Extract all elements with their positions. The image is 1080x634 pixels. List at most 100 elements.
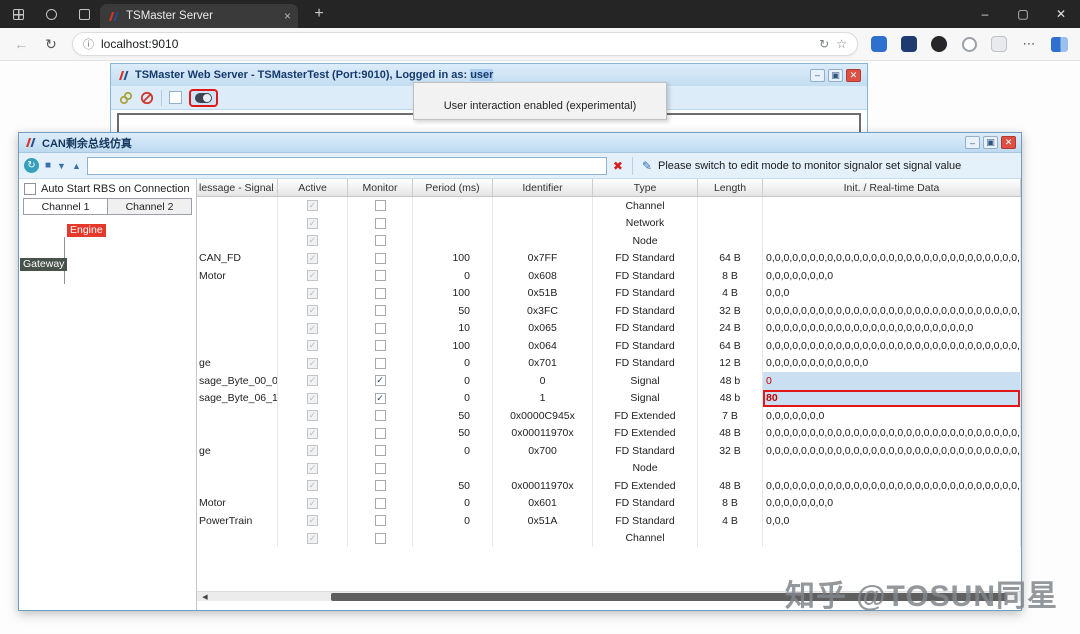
cell-active[interactable]: ✓ <box>278 442 348 460</box>
cell-monitor[interactable]: ✓ <box>348 477 413 495</box>
table-row[interactable]: ✓✓Node <box>197 232 1021 250</box>
cell-monitor[interactable]: ✓ <box>348 215 413 233</box>
monitor-checkbox[interactable]: ✓ <box>375 393 386 404</box>
run-button[interactable]: ↻ <box>24 158 39 173</box>
table-row[interactable]: ✓✓Channel <box>197 530 1021 548</box>
extension-navy-icon[interactable] <box>894 36 924 52</box>
cell-init[interactable]: 0,0,0,0,0,0,0,0,0,0,0,0,0,0,0,0,0,0,0,0,… <box>763 442 1021 460</box>
table-row[interactable]: ✓✓Channel <box>197 197 1021 215</box>
disconnect-icon[interactable] <box>140 91 154 105</box>
user-interaction-toggle-icon[interactable] <box>195 93 212 103</box>
cell-active[interactable]: ✓ <box>278 390 348 408</box>
table-row[interactable]: ✓✓500x3FCFD Standard32 B0,0,0,0,0,0,0,0,… <box>197 302 1021 320</box>
table-row[interactable]: Motor✓✓00x601FD Standard8 B0,0,0,0,0,0,0… <box>197 495 1021 513</box>
move-down-button[interactable]: ▼ <box>57 161 66 171</box>
active-checkbox[interactable]: ✓ <box>307 323 318 334</box>
table-row[interactable]: ✓✓100x065FD Standard24 B0,0,0,0,0,0,0,0,… <box>197 320 1021 338</box>
active-checkbox[interactable]: ✓ <box>307 498 318 509</box>
cell-active[interactable]: ✓ <box>278 302 348 320</box>
cell-monitor[interactable]: ✓ <box>348 460 413 478</box>
cell-monitor[interactable]: ✓ <box>348 302 413 320</box>
extensions-puzzle-icon[interactable] <box>984 36 1014 52</box>
new-tab-button[interactable]: + <box>306 0 332 28</box>
col-message-signal[interactable]: lessage - Signal <box>197 179 278 196</box>
settings-menu-icon[interactable]: ⋯ <box>1014 36 1044 52</box>
cell-active[interactable]: ✓ <box>278 425 348 443</box>
refresh-icon[interactable]: ↻ <box>36 36 66 53</box>
table-row[interactable]: ✓✓1000x064FD Standard64 B0,0,0,0,0,0,0,0… <box>197 337 1021 355</box>
dialog-minimize-button[interactable]: – <box>965 136 980 149</box>
table-row[interactable]: sage_Byte_06_10✓✓01Signal48 b80 <box>197 390 1021 408</box>
table-row[interactable]: ✓✓Network <box>197 215 1021 233</box>
workspaces-icon[interactable] <box>35 9 68 20</box>
monitor-checkbox[interactable]: ✓ <box>375 323 386 334</box>
monitor-checkbox[interactable]: ✓ <box>375 410 386 421</box>
monitor-checkbox[interactable]: ✓ <box>375 515 386 526</box>
cell-init[interactable]: 0,0,0,0,0,0,0,0,0,0,0,0,0,0,0,0,0,0,0,0,… <box>763 425 1021 443</box>
cell-init[interactable]: 80 <box>763 390 1021 408</box>
close-button[interactable]: ✕ <box>1042 0 1080 28</box>
translate-icon[interactable]: ↻ <box>819 37 829 51</box>
monitor-checkbox[interactable]: ✓ <box>375 428 386 439</box>
col-length[interactable]: Length <box>698 179 763 196</box>
col-identifier[interactable]: Identifier <box>493 179 593 196</box>
auto-start-row[interactable]: Auto Start RBS on Connection <box>19 179 196 197</box>
cell-init[interactable]: 0,0,0 <box>763 512 1021 530</box>
cell-monitor[interactable]: ✓ <box>348 407 413 425</box>
minimize-button[interactable]: – <box>966 0 1004 28</box>
dialog-titlebar[interactable]: CAN剩余总线仿真 – ▣ ✕ <box>19 133 1021 153</box>
cell-active[interactable]: ✓ <box>278 232 348 250</box>
monitor-checkbox[interactable]: ✓ <box>375 270 386 281</box>
tab-actions-icon[interactable] <box>2 9 35 20</box>
tab-channel-2[interactable]: Channel 2 <box>107 199 191 214</box>
site-info-icon[interactable]: ⓘ <box>83 36 94 52</box>
clear-filter-icon[interactable]: ✖ <box>613 159 623 173</box>
active-checkbox[interactable]: ✓ <box>307 340 318 351</box>
cell-monitor[interactable]: ✓ <box>348 442 413 460</box>
table-row[interactable]: PowerTrain✓✓00x51AFD Standard4 B0,0,0 <box>197 512 1021 530</box>
back-icon[interactable]: ← <box>6 36 36 52</box>
tree-node-engine[interactable]: Engine <box>67 224 106 237</box>
cell-init[interactable]: 0,0,0,0,0,0,0,0 <box>763 267 1021 285</box>
monitor-checkbox[interactable]: ✓ <box>375 218 386 229</box>
active-checkbox[interactable]: ✓ <box>307 235 318 246</box>
cell-monitor[interactable]: ✓ <box>348 372 413 390</box>
table-row[interactable]: ✓✓500x00011970xFD Extended48 B0,0,0,0,0,… <box>197 477 1021 495</box>
extension-ring-icon[interactable] <box>954 37 984 52</box>
cell-monitor[interactable]: ✓ <box>348 530 413 548</box>
cell-monitor[interactable]: ✓ <box>348 355 413 373</box>
cell-init[interactable] <box>763 215 1021 233</box>
cell-active[interactable]: ✓ <box>278 512 348 530</box>
link-icon[interactable] <box>119 91 133 105</box>
monitor-checkbox[interactable]: ✓ <box>375 340 386 351</box>
monitor-checkbox[interactable]: ✓ <box>375 358 386 369</box>
col-active[interactable]: Active <box>278 179 348 196</box>
active-checkbox[interactable]: ✓ <box>307 218 318 229</box>
tree-node-gateway[interactable]: Gateway <box>20 258 67 271</box>
tab-close-icon[interactable]: × <box>284 9 291 23</box>
active-checkbox[interactable]: ✓ <box>307 428 318 439</box>
active-checkbox[interactable]: ✓ <box>307 200 318 211</box>
active-checkbox[interactable]: ✓ <box>307 288 318 299</box>
table-row[interactable]: ge✓✓00x701FD Standard12 B0,0,0,0,0,0,0,0… <box>197 355 1021 373</box>
scroll-left-icon[interactable]: ◀ <box>199 592 211 602</box>
cell-active[interactable]: ✓ <box>278 250 348 268</box>
tab-channel-1[interactable]: Channel 1 <box>24 199 107 214</box>
cell-init[interactable]: 0,0,0,0,0,0,0,0 <box>763 495 1021 513</box>
cell-active[interactable]: ✓ <box>278 372 348 390</box>
server-maximize-button[interactable]: ▣ <box>828 69 843 82</box>
cell-init[interactable]: 0 <box>763 372 1021 390</box>
cell-monitor[interactable]: ✓ <box>348 337 413 355</box>
cell-init[interactable]: 0,0,0,0,0,0,0,0,0,0,0,0,0,0,0,0,0,0,0,0,… <box>763 320 1021 338</box>
cell-monitor[interactable]: ✓ <box>348 267 413 285</box>
server-minimize-button[interactable]: – <box>810 69 825 82</box>
favorite-star-icon[interactable]: ☆ <box>836 37 847 51</box>
url-text[interactable]: localhost:9010 <box>101 37 812 51</box>
active-checkbox[interactable]: ✓ <box>307 270 318 281</box>
cell-active[interactable]: ✓ <box>278 285 348 303</box>
cell-monitor[interactable]: ✓ <box>348 197 413 215</box>
cell-init[interactable]: 0,0,0,0,0,0,0,0,0,0,0,0,0,0,0,0,0,0,0,0,… <box>763 477 1021 495</box>
active-checkbox[interactable]: ✓ <box>307 480 318 491</box>
active-checkbox[interactable]: ✓ <box>307 445 318 456</box>
address-pill[interactable]: ⓘ localhost:9010 ↻ ☆ <box>72 32 858 56</box>
